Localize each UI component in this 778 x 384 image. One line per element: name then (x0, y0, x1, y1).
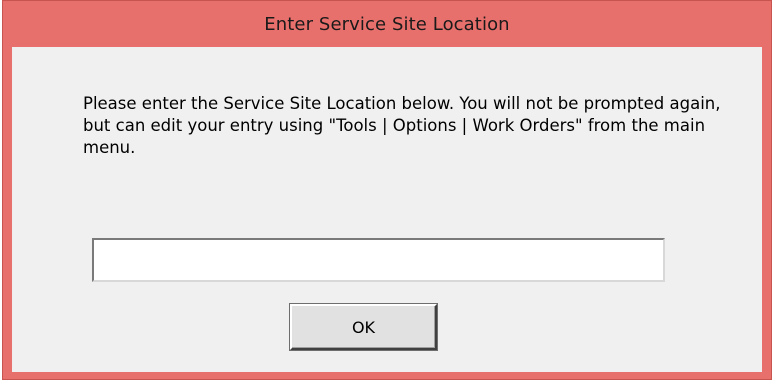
dialog-client-area: Please enter the Service Site Location b… (12, 47, 762, 372)
title-bar[interactable]: Enter Service Site Location (3, 1, 771, 47)
service-site-location-input[interactable] (92, 238, 665, 282)
ok-button[interactable]: OK (290, 304, 437, 350)
dialog-window: Enter Service Site Location Please enter… (2, 0, 772, 380)
instruction-message: Please enter the Service Site Location b… (83, 94, 721, 157)
dialog-title: Enter Service Site Location (264, 13, 510, 35)
